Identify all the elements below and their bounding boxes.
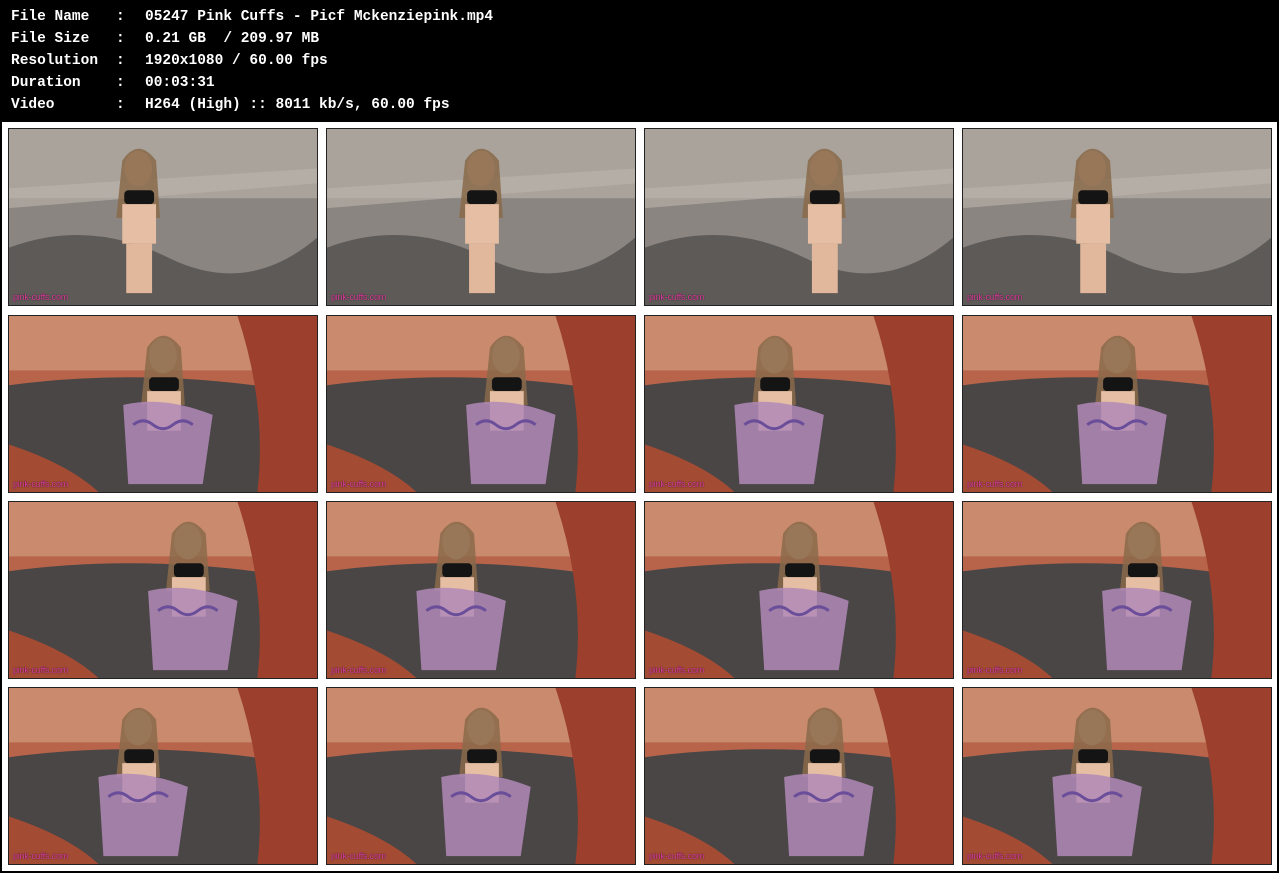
thumbnail-watermark: pink-cuffs.com xyxy=(649,292,705,302)
thumbnail-watermark: pink-cuffs.com xyxy=(967,851,1023,861)
thumbnail-image xyxy=(963,316,1271,492)
thumbnail-watermark: pink-cuffs.com xyxy=(331,665,387,675)
duration-separator: : xyxy=(116,75,125,91)
thumbnail-watermark: pink-cuffs.com xyxy=(13,665,69,675)
resolution-row: Resolution : 1920x1080 / 60.00 fps xyxy=(11,50,1261,72)
file-size-separator: : xyxy=(116,31,125,47)
thumbnail-watermark: pink-cuffs.com xyxy=(967,479,1023,489)
video-value: H264 (High) :: 8011 kb/s, 60.00 fps xyxy=(145,97,450,113)
thumbnail-watermark: pink-cuffs.com xyxy=(331,851,387,861)
thumbnail-watermark: pink-cuffs.com xyxy=(967,665,1023,675)
thumbnail: pink-cuffs.com xyxy=(8,501,318,679)
thumbnail: pink-cuffs.com xyxy=(8,315,318,493)
video-label: Video xyxy=(11,97,55,113)
thumbnail: pink-cuffs.com xyxy=(962,501,1272,679)
thumbnail-watermark: pink-cuffs.com xyxy=(649,851,705,861)
thumbnail-image xyxy=(963,688,1271,864)
thumbnail-image xyxy=(9,129,317,305)
thumbnail-watermark: pink-cuffs.com xyxy=(13,851,69,861)
thumbnail: pink-cuffs.com xyxy=(644,128,954,306)
thumbnail-image xyxy=(645,688,953,864)
thumbnail-image xyxy=(9,316,317,492)
thumbnail-sheet: pink-cuffs.com pink-cuffs.com pink-cuffs.c… xyxy=(2,122,1277,871)
thumbnail-watermark: pink-cuffs.com xyxy=(331,479,387,489)
file-name-separator: : xyxy=(116,9,125,25)
file-size-label: File Size xyxy=(11,31,90,47)
thumbnail-watermark: pink-cuffs.com xyxy=(13,292,69,302)
thumbnail: pink-cuffs.com xyxy=(962,687,1272,865)
thumbnail-watermark: pink-cuffs.com xyxy=(13,479,69,489)
file-size-value: 0.21 GB / 209.97 MB xyxy=(145,31,320,47)
resolution-label: Resolution xyxy=(11,53,99,69)
file-name-value: 05247 Pink Cuffs - Picf Mckenziepink.mp4 xyxy=(145,9,494,25)
thumbnail: pink-cuffs.com xyxy=(326,687,636,865)
thumbnail-image xyxy=(645,316,953,492)
thumbnail-image xyxy=(327,502,635,678)
thumbnail-image xyxy=(9,502,317,678)
thumbnail: pink-cuffs.com xyxy=(644,687,954,865)
thumbnail-image xyxy=(327,129,635,305)
thumbnail-image xyxy=(963,129,1271,305)
duration-row: Duration : 00:03:31 xyxy=(11,72,1261,94)
thumbnail: pink-cuffs.com xyxy=(644,501,954,679)
thumbnail: pink-cuffs.com xyxy=(644,315,954,493)
thumbnail: pink-cuffs.com xyxy=(962,128,1272,306)
thumbnail-watermark: pink-cuffs.com xyxy=(967,292,1023,302)
thumbnail: pink-cuffs.com xyxy=(326,501,636,679)
thumbnail-image xyxy=(645,502,953,678)
thumbnail-image xyxy=(327,316,635,492)
thumbnail: pink-cuffs.com xyxy=(962,315,1272,493)
thumbnail-watermark: pink-cuffs.com xyxy=(331,292,387,302)
thumbnail-watermark: pink-cuffs.com xyxy=(649,665,705,675)
file-info-header: File Name : 05247 Pink Cuffs - Picf Mcke… xyxy=(11,6,1261,116)
thumbnail-image xyxy=(645,129,953,305)
thumbnail-grid: pink-cuffs.com pink-cuffs.com pink-cuffs.c… xyxy=(2,122,1277,871)
thumbnail-image xyxy=(9,688,317,864)
duration-label: Duration xyxy=(11,75,81,91)
file-name-row: File Name : 05247 Pink Cuffs - Picf Mcke… xyxy=(11,6,1261,28)
resolution-separator: : xyxy=(116,53,125,69)
file-size-row: File Size : 0.21 GB / 209.97 MB xyxy=(11,28,1261,50)
duration-value: 00:03:31 xyxy=(145,75,215,91)
video-separator: : xyxy=(116,97,125,113)
thumbnail: pink-cuffs.com xyxy=(326,315,636,493)
thumbnail-image xyxy=(327,688,635,864)
thumbnail-watermark: pink-cuffs.com xyxy=(649,479,705,489)
file-name-label: File Name xyxy=(11,9,90,25)
thumbnail: pink-cuffs.com xyxy=(326,128,636,306)
thumbnail-image xyxy=(963,502,1271,678)
thumbnail: pink-cuffs.com xyxy=(8,687,318,865)
resolution-value: 1920x1080 / 60.00 fps xyxy=(145,53,328,69)
thumbnail: pink-cuffs.com xyxy=(8,128,318,306)
video-row: Video : H264 (High) :: 8011 kb/s, 60.00 … xyxy=(11,94,1261,116)
